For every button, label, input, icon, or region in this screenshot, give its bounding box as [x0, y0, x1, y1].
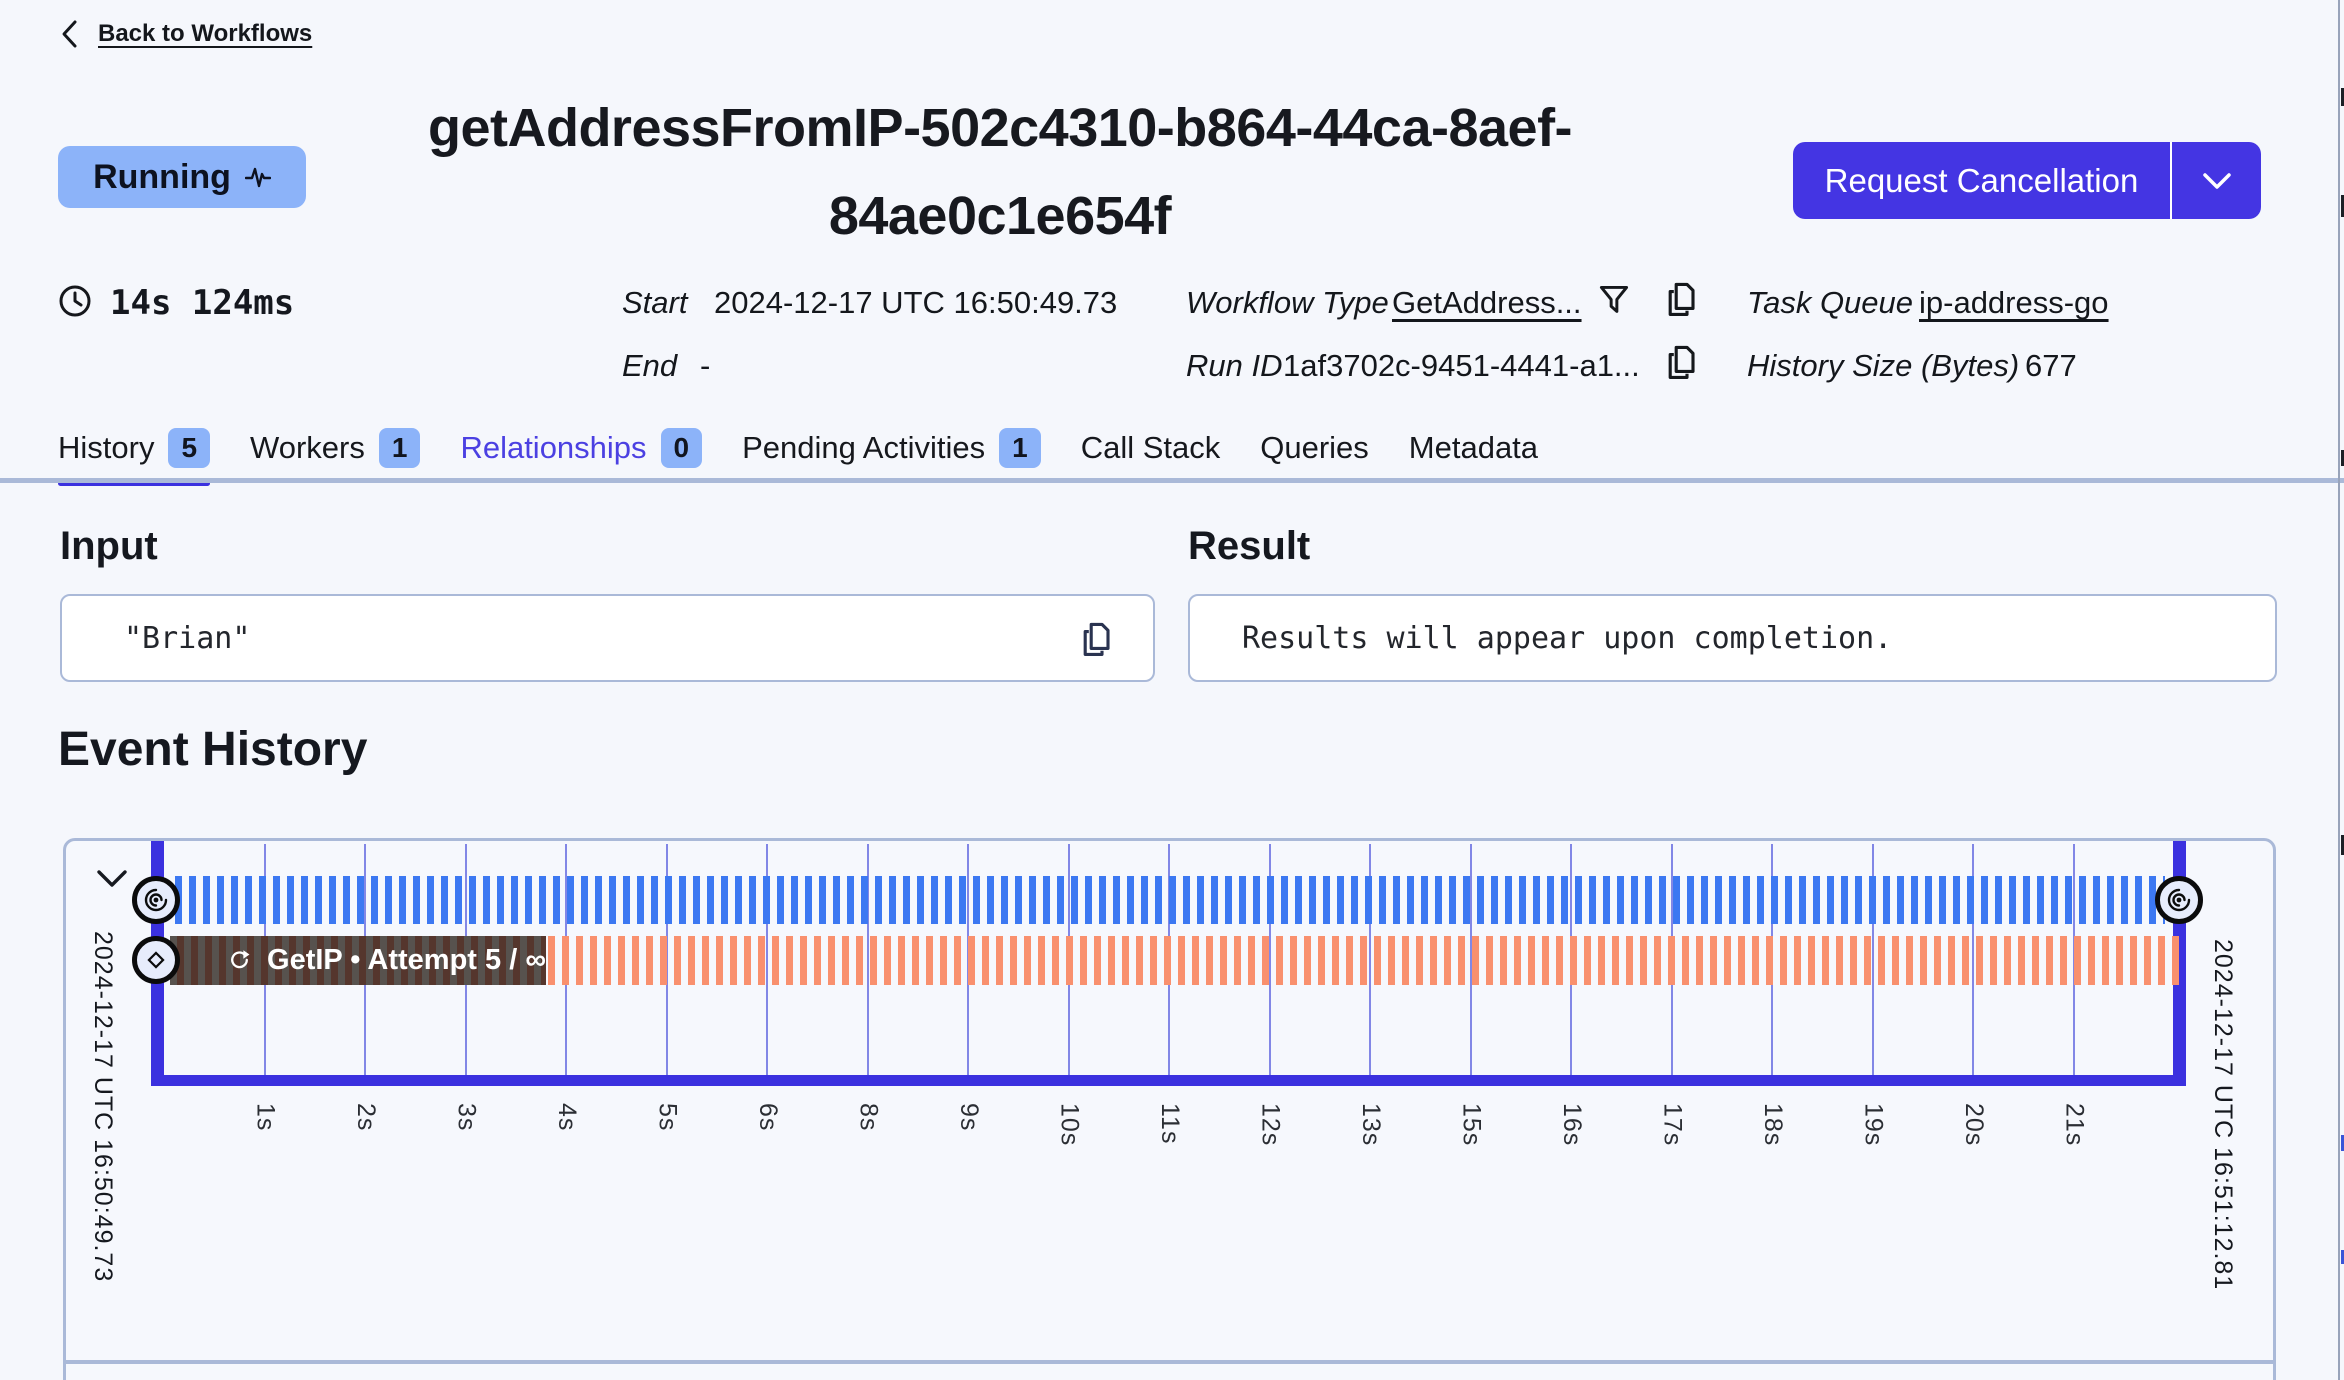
workflow-title: getAddressFromIP-502c4310-b864-44ca-8aef…	[427, 98, 1573, 246]
end-value: -	[700, 348, 711, 383]
tab-workers-label: Workers	[250, 430, 365, 465]
tab-call-stack[interactable]: Call Stack	[1081, 430, 1221, 470]
status-label: Running	[93, 157, 231, 196]
workflow-start-marker[interactable]	[132, 876, 180, 924]
activity-getip-label[interactable]: GetIP • Attempt 5 / ∞	[170, 936, 546, 985]
tick-label: 11s	[1156, 1103, 1184, 1145]
task-queue-label: Task Queue	[1747, 285, 1914, 320]
activity-label-text: GetIP • Attempt 5 / ∞	[267, 944, 546, 976]
screen-edge-divider	[2338, 0, 2340, 1380]
tab-relationships[interactable]: Relationships 0	[460, 428, 703, 472]
back-link-label: Back to Workflows	[98, 20, 313, 47]
back-to-workflows-link[interactable]: Back to Workflows	[58, 18, 312, 50]
cancellation-menu-toggle[interactable]	[2172, 142, 2261, 219]
result-heading: Result	[1188, 524, 1311, 568]
diamond-icon	[147, 951, 165, 969]
tick-label: 5s	[653, 1103, 682, 1132]
tab-history-count: 5	[168, 428, 211, 468]
event-history-timeline: 1s 2s 3s 4s 5s 6s 8s 9s 10s 11s 12s 13s 15s 16s 17s 18s…	[63, 838, 2276, 1380]
filter-icon[interactable]	[1598, 284, 1630, 316]
timeline-end-timestamp: 2024-12-17 UTC 16:51:12.81	[2209, 939, 2237, 1291]
pulse-icon	[244, 167, 271, 188]
chevron-down-icon	[97, 870, 127, 887]
tab-metadata-label: Metadata	[1408, 430, 1539, 465]
workflow-type-label: Workflow Type	[1186, 285, 1389, 320]
task-queue-link[interactable]: ip-address-go	[1919, 285, 2109, 321]
tick-label: 3s	[452, 1103, 481, 1132]
request-cancellation-label[interactable]: Request Cancellation	[1793, 142, 2170, 219]
spiral-icon	[144, 888, 168, 912]
result-box: Results will appear upon completion.	[1188, 594, 2277, 682]
timeline-section-divider	[63, 1360, 2276, 1364]
tick-label: 1s	[251, 1103, 280, 1132]
workflow-duration: 14s 124ms	[110, 283, 295, 323]
tick-label: 13s	[1357, 1103, 1385, 1147]
tick-label: 19s	[1859, 1103, 1888, 1147]
tabs-divider	[0, 478, 2344, 483]
result-value: Results will appear upon completion.	[1242, 620, 1893, 656]
request-cancellation-button[interactable]: Request Cancellation	[1793, 142, 2261, 219]
tab-queries-label: Queries	[1260, 430, 1369, 465]
tab-workers-count: 1	[378, 428, 421, 468]
tab-history[interactable]: History 5	[58, 428, 211, 486]
tick-label: 15s	[1457, 1103, 1486, 1147]
run-id-value: 1af3702c-9451-4441-a1...	[1283, 348, 1640, 383]
tick-label: 21s	[2060, 1103, 2089, 1147]
start-value: 2024-12-17 UTC 16:50:49.73	[714, 285, 1118, 320]
workflow-type-link[interactable]: GetAddress...	[1392, 285, 1582, 321]
input-box: "Brian"	[60, 594, 1155, 682]
tick-label: 8s	[854, 1103, 883, 1132]
retry-icon	[231, 949, 250, 968]
chevron-left-icon	[62, 20, 77, 48]
timeline-start-timestamp: 2024-12-17 UTC 16:50:49.73	[89, 931, 117, 1283]
clock-icon	[58, 284, 92, 318]
event-history-heading: Event History	[58, 723, 368, 776]
history-size-label: History Size (Bytes)	[1747, 348, 2020, 383]
chevron-down-icon	[2202, 172, 2231, 189]
run-id-label: Run ID	[1186, 348, 1283, 383]
tab-history-label: History	[58, 430, 155, 465]
tick-label: 4s	[553, 1103, 581, 1132]
copy-workflow-type-icon[interactable]	[1664, 282, 1698, 318]
start-label: Start	[622, 285, 688, 320]
timeline-axis-bar	[151, 1075, 2186, 1086]
tab-pending-activities-count: 1	[999, 428, 1041, 468]
tab-relationships-label: Relationships	[460, 430, 647, 465]
tab-pending-activities-label: Pending Activities	[742, 430, 986, 465]
tab-metadata[interactable]: Metadata	[1409, 430, 1538, 470]
tick-label: 20s	[1960, 1103, 1988, 1147]
tick-label: 2s	[352, 1103, 380, 1132]
tick-label: 6s	[754, 1103, 782, 1132]
tick-label: 18s	[1759, 1103, 1787, 1147]
tab-call-stack-label: Call Stack	[1080, 430, 1221, 465]
tick-label: 16s	[1558, 1103, 1586, 1147]
copy-run-id-icon[interactable]	[1664, 345, 1698, 381]
spiral-icon	[2167, 888, 2191, 912]
tick-label: 12s	[1256, 1103, 1285, 1147]
end-label: End	[622, 348, 678, 383]
input-heading: Input	[60, 524, 158, 568]
workflow-latest-marker[interactable]	[2155, 876, 2203, 924]
tab-queries[interactable]: Queries	[1260, 430, 1369, 470]
workflow-detail-page: Back to Workflows getAddressFromIP-502c4…	[0, 0, 2344, 1380]
history-size-value: 677	[2025, 348, 2077, 383]
tick-label: 17s	[1658, 1103, 1687, 1147]
status-badge: Running	[58, 146, 306, 208]
detail-tabs: History 5 Workers 1 Relationships 0 Pend…	[58, 425, 1538, 486]
tab-relationships-count: 0	[660, 428, 703, 468]
workflow-events-row[interactable]	[175, 876, 2165, 924]
activity-start-marker[interactable]	[132, 936, 180, 984]
expand-row-toggle[interactable]	[96, 869, 128, 889]
input-value: "Brian"	[124, 620, 251, 656]
tick-label: 9s	[955, 1103, 983, 1132]
tab-pending-activities[interactable]: Pending Activities 1	[742, 428, 1041, 472]
tab-workers[interactable]: Workers 1	[250, 428, 421, 472]
copy-input-icon[interactable]	[1079, 622, 1113, 658]
tick-label: 10s	[1055, 1103, 1084, 1147]
